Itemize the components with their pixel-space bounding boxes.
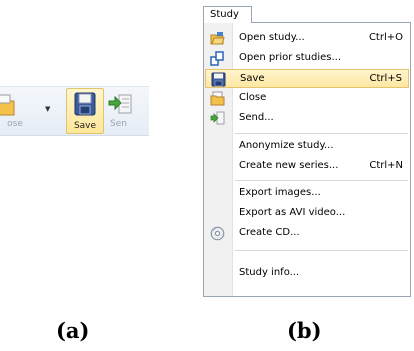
folder-close-icon [0, 94, 15, 116]
close-button-label: ose [7, 119, 23, 129]
menu-item-label: Open study... [239, 32, 305, 43]
menu-item-label: Close [239, 92, 267, 103]
toolbar-fragment: ose ▼ Save Sen [0, 86, 149, 136]
menu-item-create-cd[interactable]: Create CD... [205, 224, 409, 243]
send-icon [108, 94, 132, 114]
menu-item-shortcut: Ctrl+S [369, 73, 402, 84]
floppy-disk-icon [211, 72, 226, 87]
menu-item-label: Study info... [239, 267, 300, 278]
close-button[interactable]: ose [0, 87, 38, 135]
study-menu: Open study... Ctrl+O Open prior studies.… [203, 22, 411, 297]
menu-title-study[interactable]: Study [203, 6, 252, 23]
caption-a: (a) [56, 318, 90, 343]
menu-item-shortcut: Ctrl+N [369, 160, 403, 171]
menu-separator [235, 133, 408, 134]
menu-item-open-study[interactable]: Open study... Ctrl+O [205, 29, 409, 48]
save-button-label: Save [73, 121, 97, 131]
menu-item-export-avi[interactable]: Export as AVI video... [205, 204, 409, 223]
folder-open-icon [210, 32, 225, 45]
menu-item-shortcut: Ctrl+O [368, 32, 403, 43]
menu-item-open-prior-studies[interactable]: Open prior studies... [205, 49, 409, 68]
menu-item-send[interactable]: Send... [205, 109, 409, 128]
menu-item-label: Anonymize study... [239, 140, 334, 151]
menu-item-export-images[interactable]: Export images... [205, 184, 409, 203]
menu-item-save[interactable]: Save Ctrl+S [205, 69, 409, 88]
cd-icon [210, 226, 225, 241]
menu-item-study-info[interactable]: Study info... [205, 264, 409, 283]
prior-studies-icon [210, 51, 224, 66]
save-button[interactable]: Save [66, 88, 104, 134]
send-button[interactable]: Sen [106, 87, 149, 135]
send-icon [210, 111, 225, 125]
menu-item-label: Save [240, 73, 265, 84]
menu-item-close[interactable]: Close [205, 89, 409, 108]
caption-b: (b) [287, 318, 322, 343]
menu-item-create-new-series[interactable]: Create new series... Ctrl+N [205, 157, 409, 176]
chevron-down-icon[interactable]: ▼ [45, 105, 50, 113]
menu-separator [235, 250, 408, 251]
menu-item-label: Open prior studies... [239, 52, 342, 63]
menu-item-anonymize-study[interactable]: Anonymize study... [205, 137, 409, 156]
send-button-label: Sen [110, 119, 127, 129]
menu-item-label: Send... [239, 112, 274, 123]
menu-item-label: Export as AVI video... [239, 207, 346, 218]
menu-item-label: Export images... [239, 187, 321, 198]
menu-separator [235, 180, 408, 181]
folder-close-icon [210, 91, 225, 106]
menu-item-label: Create CD... [239, 227, 300, 238]
menu-item-label: Create new series... [239, 160, 339, 171]
floppy-disk-icon [74, 92, 96, 116]
